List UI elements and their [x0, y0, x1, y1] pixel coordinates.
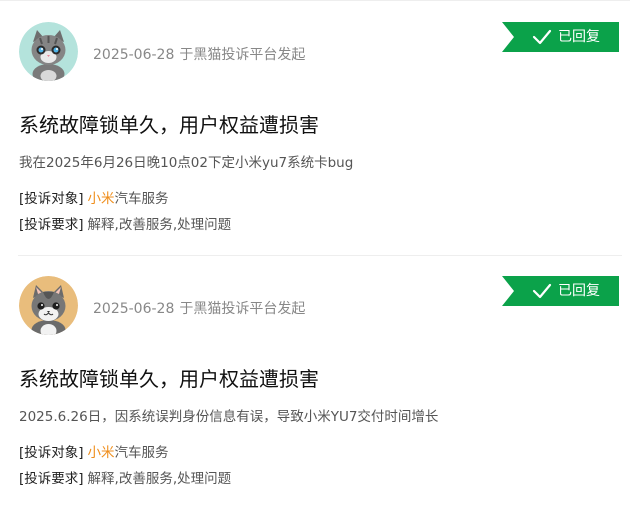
cat-avatar-icon	[19, 276, 78, 335]
request-label: [投诉要求]	[19, 217, 84, 233]
check-icon	[532, 29, 552, 45]
complaint-date: 2025-06-28	[93, 47, 175, 63]
request-value: 解释,改善服务,处理问题	[87, 217, 232, 233]
complaint-meta: 2025-06-28 于黑猫投诉平台发起	[93, 298, 305, 318]
target-label: [投诉对象]	[19, 191, 84, 207]
request-label: [投诉要求]	[19, 471, 84, 487]
cat-avatar-icon	[19, 22, 78, 81]
status-label: 已回复	[558, 283, 600, 299]
status-badge: 已回复	[502, 276, 619, 306]
complaint-list: 2025-06-28 于黑猫投诉平台发起 已回复 系统故障锁单久，用户权益遭损害 …	[0, 0, 644, 508]
complaint-source: 于黑猫投诉平台发起	[179, 47, 306, 63]
complaint-title[interactable]: 系统故障锁单久，用户权益遭损害	[19, 363, 319, 392]
status-label: 已回复	[558, 29, 600, 45]
request-value: 解释,改善服务,处理问题	[87, 471, 232, 487]
target-label: [投诉对象]	[19, 445, 84, 461]
avatar	[19, 276, 78, 335]
target-value: 汽车服务	[114, 191, 169, 207]
check-icon	[532, 283, 552, 299]
complaint-request: [投诉要求] 解释,改善服务,处理问题	[19, 213, 231, 233]
complaint-date: 2025-06-28	[93, 301, 175, 317]
complaint-card[interactable]: 2025-06-28 于黑猫投诉平台发起 已回复 系统故障锁单久，用户权益遭损害 …	[0, 254, 644, 508]
complaint-request: [投诉要求] 解释,改善服务,处理问题	[19, 467, 231, 487]
complaint-card[interactable]: 2025-06-28 于黑猫投诉平台发起 已回复 系统故障锁单久，用户权益遭损害 …	[0, 0, 644, 256]
complaint-target: [投诉对象] 小米汽车服务	[19, 441, 169, 461]
complaint-target: [投诉对象] 小米汽车服务	[19, 187, 169, 207]
status-badge: 已回复	[502, 22, 619, 52]
complaint-meta: 2025-06-28 于黑猫投诉平台发起	[93, 44, 305, 64]
complaint-title[interactable]: 系统故障锁单久，用户权益遭损害	[19, 109, 319, 138]
complaint-source: 于黑猫投诉平台发起	[179, 301, 306, 317]
complaint-description: 我在2025年6月26日晚10点02下定小米yu7系统卡bug	[19, 155, 354, 171]
target-brand-link[interactable]: 小米	[88, 445, 115, 461]
target-value: 汽车服务	[114, 445, 169, 461]
avatar	[19, 22, 78, 81]
target-brand-link[interactable]: 小米	[88, 191, 115, 207]
complaint-description: 2025.6.26日，因系统误判身份信息有误，导致小米YU7交付时间增长	[19, 409, 439, 425]
